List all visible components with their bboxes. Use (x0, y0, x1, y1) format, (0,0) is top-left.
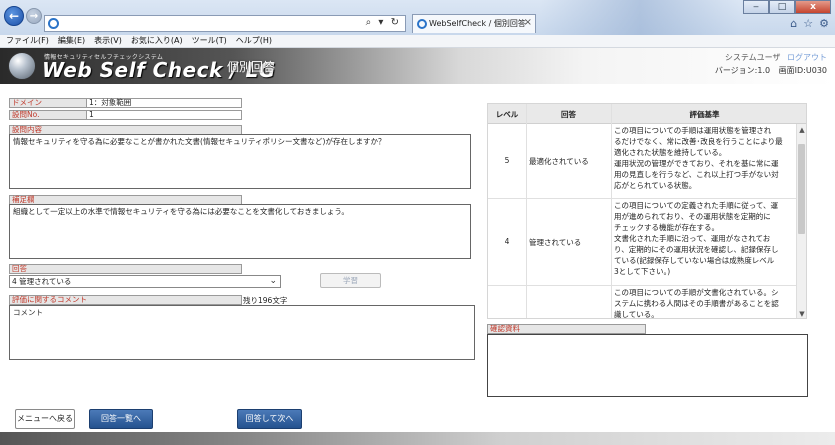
screen-meta: バージョン:1.0 画面ID:U030 (715, 65, 827, 76)
app-header: 情報セキュリティセルフチェックシステム Web Self Check / LG … (0, 48, 835, 84)
criteria-line: ステムに携わる人間はその手順書があることを認 (614, 299, 779, 308)
chevron-down-icon: ⌄ (269, 276, 277, 286)
answer-label: 回答 (9, 264, 242, 274)
address-bar[interactable]: ⌕ ▾ ↻ (44, 15, 406, 32)
column-divider (526, 104, 527, 318)
settings-gear-icon[interactable]: ⚙ (819, 17, 829, 30)
domain-value: 1：対象範囲 (86, 98, 242, 108)
criteria-line: 運用状況の管理ができており、それを基に常に運 (614, 159, 779, 168)
docs-textarea[interactable] (487, 334, 808, 397)
menu-file[interactable]: ファイル(F) (6, 35, 49, 47)
criteria-line: この項目についての手順は運用状態を管理され (614, 126, 772, 135)
answer-list-button[interactable]: 回答一覧へ (89, 409, 153, 429)
row-criteria: この項目についての手順は運用状態を管理され るだけでなく、常に改善･改良を行うこ… (611, 124, 798, 192)
tab-favicon-icon (417, 19, 427, 29)
forward-button[interactable]: → (26, 8, 42, 24)
answer-select[interactable]: 4 管理されている ⌄ (9, 275, 281, 288)
comment-textarea[interactable]: コメント (9, 305, 475, 360)
page-title: 個別回答 (227, 60, 276, 74)
criteria-row: 5 最適化されている この項目についての手順は運用状態を管理され るだけでなく、… (488, 124, 798, 199)
scroll-down-icon[interactable]: ▼ (797, 310, 806, 318)
question-no-value: 1 (86, 110, 242, 120)
question-textarea[interactable]: 情報セキュリティを守る為に必要なことが書かれた文書(情報セキュリティポリシー文書… (9, 134, 471, 189)
back-to-menu-button[interactable]: メニューへ戻る (15, 409, 75, 429)
favorites-star-icon[interactable]: ☆ (803, 17, 813, 30)
criteria-line: 応がとられている状態。 (614, 181, 697, 190)
header-level: レベル (495, 110, 519, 119)
user-info: システムユーザ ログアウト (725, 52, 827, 63)
comment-label: 評価に関するコメント (9, 295, 242, 305)
close-window-button[interactable]: x (795, 0, 831, 14)
logout-link[interactable]: ログアウト (787, 53, 827, 62)
criteria-line: この項目についての定義された手順に従って、運 (614, 201, 779, 210)
row-answer: 最適化されている (529, 157, 589, 166)
criteria-line: 用の見直しを行うなど、これ以上打つ手がない対 (614, 170, 779, 179)
screen-id: 画面ID:U030 (778, 66, 827, 75)
globe-logo-icon (8, 52, 36, 80)
menu-view[interactable]: 表示(V) (94, 35, 122, 47)
browser-chrome: ← → ⌕ ▾ ↻ WebSelfCheck / 個別回答 × ‒ □ x ⌂ … (0, 0, 835, 35)
window-controls: ‒ □ x (743, 0, 831, 14)
scroll-up-icon[interactable]: ▲ (797, 126, 806, 134)
home-icon[interactable]: ⌂ (790, 17, 797, 30)
address-tools[interactable]: ⌕ ▾ ↻ (366, 17, 401, 28)
criteria-line: 識している。 (614, 310, 659, 319)
criteria-line: り、定期的にその運用状況を確認し、記録保存し (614, 245, 779, 254)
criteria-line: 3として下さい。) (614, 267, 671, 276)
tab-close-icon[interactable]: × (524, 17, 532, 28)
footer-bar (0, 432, 835, 445)
answer-next-button[interactable]: 回答して次へ (237, 409, 302, 429)
answer-selected-value: 4 管理されている (12, 277, 72, 286)
browser-tab[interactable]: WebSelfCheck / 個別回答 × (412, 14, 536, 33)
criteria-line: ている(記録保存していない場合は成熟度レベル (614, 256, 775, 265)
menu-favorites[interactable]: お気に入り(A) (131, 35, 183, 47)
minimize-button[interactable]: ‒ (743, 0, 769, 14)
docs-label: 確認資料 (487, 324, 646, 334)
supplement-textarea[interactable]: 組織として一定以上の水準で情報セキュリティを守る為には必要なことを文書化しておき… (9, 204, 471, 259)
ie-favicon-icon (48, 18, 59, 29)
learn-button[interactable]: 学習 (320, 273, 381, 288)
criteria-line: るだけでなく、常に改善･改良を行うことにより最 (614, 137, 783, 146)
criteria-scrollbar[interactable]: ▲ ▼ (796, 124, 806, 318)
row-criteria: この項目についての手順が文書化されている。シ ステムに携わる人間はその手順書があ… (611, 286, 798, 319)
maximize-button[interactable]: □ (769, 0, 795, 14)
back-button[interactable]: ← (4, 6, 24, 26)
header-answer: 回答 (561, 110, 576, 119)
user-name: システムユーザ (724, 53, 781, 62)
header-criteria: 評価基準 (689, 110, 720, 119)
criteria-line: チェックする機能が存在する。 (614, 223, 719, 232)
criteria-table: レベル 回答 評価基準 5 最適化されている この項目についての手順は運用状態を… (487, 103, 807, 319)
menu-bar: ファイル(F) 編集(E) 表示(V) お気に入り(A) ツール(T) ヘルプ(… (0, 35, 835, 48)
question-no-label: 設問No. (9, 110, 87, 120)
tab-title: WebSelfCheck / 個別回答 (429, 19, 526, 28)
taskbar-decoration (540, 0, 740, 35)
scrollbar-thumb[interactable] (798, 144, 805, 234)
criteria-line: 文書化された手順に沿って、運用がなされてお (614, 234, 771, 243)
criteria-row: この項目についての手順が文書化されている。シ ステムに携わる人間はその手順書があ… (488, 286, 798, 319)
arrow-right-icon: → (29, 10, 39, 22)
column-divider (611, 104, 612, 318)
menu-edit[interactable]: 編集(E) (58, 35, 85, 47)
criteria-line: 適化された状態を維持している。 (614, 148, 727, 157)
row-answer: 管理されている (529, 238, 582, 247)
version-text: バージョン:1.0 (714, 66, 771, 75)
criteria-line: 用が進められており、その運用状態を定期的に (614, 212, 771, 221)
menu-tools[interactable]: ツール(T) (192, 35, 227, 47)
criteria-header: レベル 回答 評価基準 (488, 104, 806, 124)
arrow-left-icon: ← (8, 9, 20, 23)
row-level: 5 (504, 156, 510, 165)
criteria-row: 4 管理されている この項目についての定義された手順に従って、運 用が進められて… (488, 199, 798, 286)
menu-help[interactable]: ヘルプ(H) (236, 35, 272, 47)
browser-toolbar-icons: ⌂ ☆ ⚙ (790, 17, 829, 30)
row-criteria: この項目についての定義された手順に従って、運 用が進められており、その運用状態を… (611, 199, 798, 278)
row-level: 4 (504, 237, 510, 246)
domain-label: ドメイン (9, 98, 87, 108)
criteria-line: この項目についての手順が文書化されている。シ (614, 288, 779, 297)
